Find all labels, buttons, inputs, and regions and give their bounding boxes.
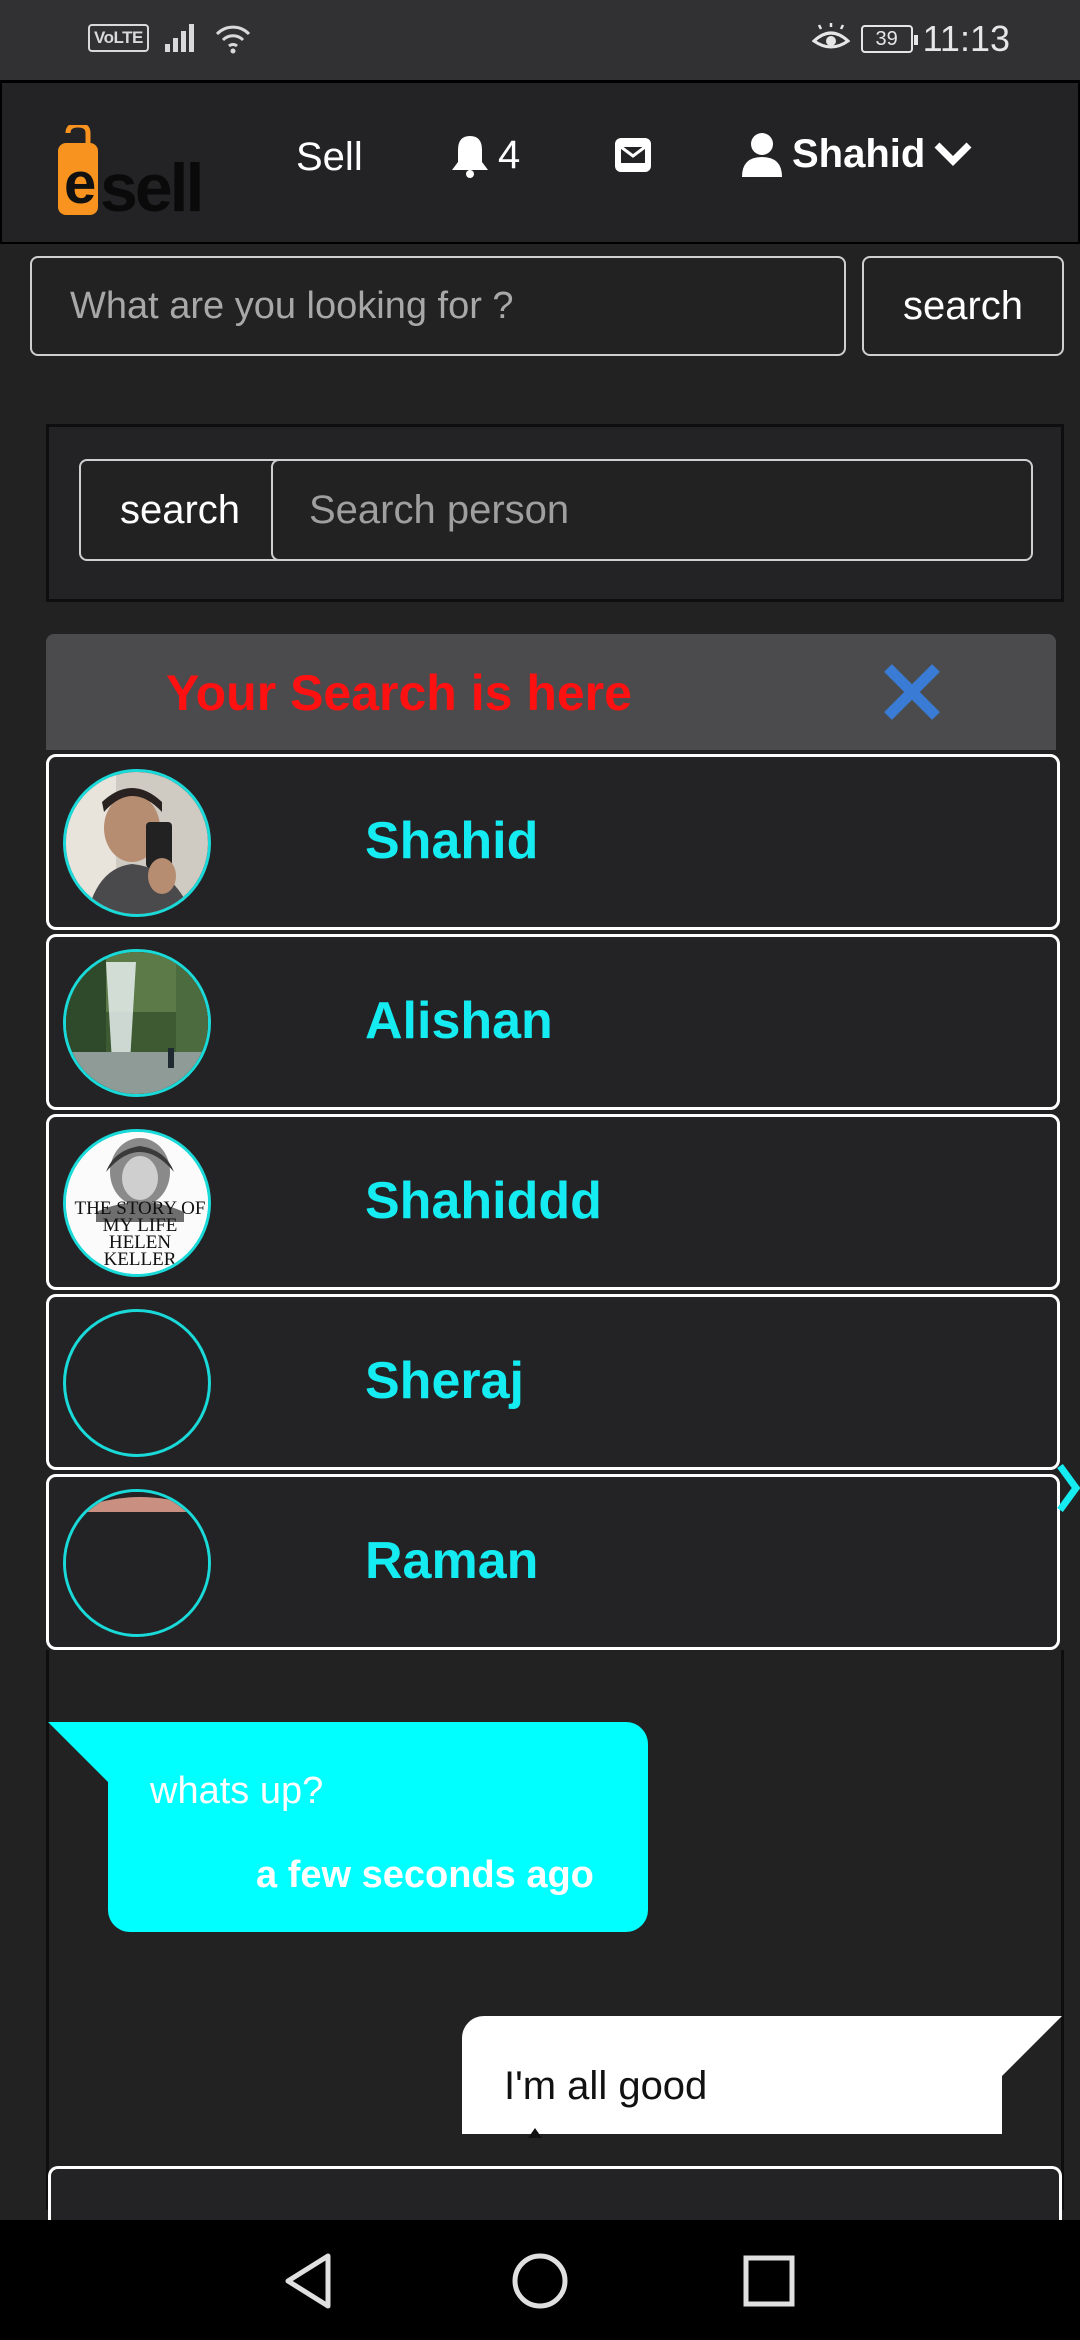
avatar: [63, 769, 211, 917]
person-name: Shahid: [365, 812, 539, 870]
status-bar: VoLTE 39 11:13: [0, 0, 1080, 80]
volte-indicator: VoLTE: [88, 24, 149, 52]
home-icon[interactable]: [507, 2248, 573, 2314]
status-left: VoLTE: [88, 22, 253, 54]
outgoing-bubble-tail: [1000, 2016, 1062, 2078]
user-name: Shahid: [792, 131, 926, 176]
chevron-right-icon[interactable]: [1056, 1460, 1080, 1516]
outgoing-message-text: I'm all good: [504, 2064, 708, 2108]
incoming-bubble-tail: [48, 1722, 110, 1784]
back-icon[interactable]: [276, 2248, 342, 2314]
signal-icon: [164, 24, 194, 52]
book-cover-text: THE STORY OF MY LIFE HELEN KELLER: [74, 1198, 206, 1270]
search-results-header: Your Search is here: [46, 634, 1056, 750]
nav-sell-link[interactable]: Sell: [296, 135, 363, 180]
user-icon: [742, 133, 782, 177]
person-search-button[interactable]: search: [79, 459, 279, 561]
avatar: [63, 1309, 211, 1457]
avatar: THE STORY OF MY LIFE HELEN KELLER: [63, 1129, 211, 1277]
search-button[interactable]: search: [862, 256, 1064, 356]
mail-icon: [615, 138, 651, 172]
person-name: Raman: [365, 1532, 539, 1590]
android-navigation-bar: [0, 2220, 1080, 2340]
bell-icon: [452, 135, 488, 178]
notifications-count: 4: [498, 133, 521, 177]
status-right: 39 11:13: [811, 18, 1010, 60]
person-row[interactable]: Alishan: [46, 934, 1060, 1110]
person-name: Alishan: [365, 992, 553, 1050]
person-row[interactable]: Raman: [46, 1474, 1060, 1650]
search-input[interactable]: [30, 256, 846, 356]
avatar: [63, 1489, 211, 1637]
messages-button[interactable]: [614, 137, 652, 178]
incoming-message-bubble: [108, 1722, 648, 1932]
esell-logo[interactable]: e sell: [56, 122, 216, 226]
incoming-message-time: a few seconds ago: [256, 1854, 594, 1896]
logo-graphic: e sell: [58, 122, 204, 226]
avatar: [63, 949, 211, 1097]
user-menu[interactable]: Shahid: [740, 131, 973, 177]
navbar: e sell Sell 4 Shahid: [0, 80, 1080, 244]
person-row[interactable]: THE STORY OF MY LIFE HELEN KELLER Shahid…: [46, 1114, 1060, 1290]
wifi-icon: [215, 25, 250, 54]
person-name: Sheraj: [365, 1352, 524, 1410]
person-row[interactable]: Shahid: [46, 754, 1060, 930]
close-icon[interactable]: [876, 656, 948, 728]
clock: 11:13: [922, 18, 1010, 59]
notifications-button[interactable]: 4: [450, 133, 520, 178]
incoming-message-text: whats up?: [150, 1770, 324, 1812]
battery-icon: 39: [860, 25, 918, 53]
person-search-panel: search: [46, 424, 1064, 602]
eye-comfort-icon: [811, 23, 850, 49]
avatar-photo-selfie: [66, 772, 208, 914]
avatar-photo-partial: [66, 1492, 208, 1634]
person-name: Shahiddd: [365, 1172, 602, 1230]
search-results-title: Your Search is here: [166, 665, 632, 721]
person-row[interactable]: Sheraj: [46, 1294, 1060, 1470]
svg-text:sell: sell: [100, 150, 201, 221]
chevron-down-icon: [934, 142, 972, 166]
person-search-input[interactable]: [271, 459, 1033, 561]
recents-icon[interactable]: [736, 2248, 802, 2314]
avatar-photo-waterfall: [66, 952, 208, 1094]
svg-text:e: e: [64, 151, 96, 216]
